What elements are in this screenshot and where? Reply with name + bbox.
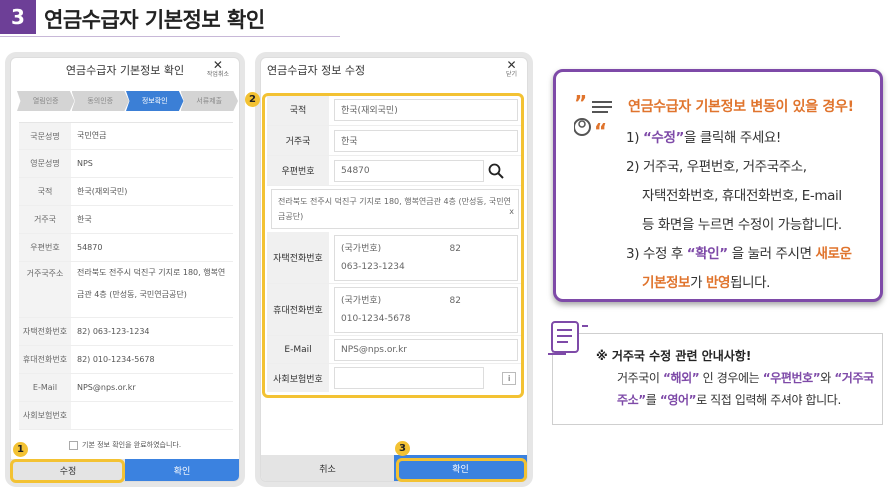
highlight-ok-button — [396, 458, 527, 482]
marker-1: 1 — [13, 442, 28, 457]
step-badge: 3 — [0, 0, 36, 34]
info-row: 영문성명 NPS — [19, 150, 233, 178]
info-text: 1) “수정”을 클릭해 주세요! 2) 거주국, 우편번호, 거주국주소, 자… — [626, 130, 852, 291]
info-row: E-Mail NPS@nps.or.kr — [19, 374, 233, 402]
info-list: 국문성명 국민연금 영문성명 NPS 국적 한국(재외국민) 거주국 한국 우편번호 54… — [19, 122, 233, 430]
info-panel: ” “ 연금수급자 기본정보 변동이 있을 경우! 1) “수정”을 클릭해 주… — [553, 69, 883, 302]
note-heading: ※ 거주국 수정 관련 안내사항! — [596, 349, 752, 363]
document-icon — [548, 321, 588, 355]
step-1: 열림인증 — [17, 91, 75, 111]
progress-steps: 열림인증 동의인증 정보확인 서류제출 — [17, 91, 238, 111]
info-row: 거주국 한국 — [19, 206, 233, 234]
info-row: 사회보험번호 — [19, 402, 233, 430]
screen1-title: 연금수급자 기본정보 확인 — [65, 64, 185, 77]
note-text: 거주국이 “해외” 인 경우에는 “우편번호”와 “거주국 주소”를 “영어”로… — [617, 371, 874, 407]
highlight-edit-button — [10, 459, 125, 483]
title-divider — [0, 36, 340, 37]
info-row: 우편번호 54870 — [19, 234, 233, 262]
screen-basic-info: 연금수급자 기본정보 확인 ✕ 작업취소 열림인증 동의인증 정보확인 서류제출… — [10, 57, 240, 482]
info-row: 자택전화번호 82) 063-123-1234 — [19, 318, 233, 346]
checkbox-box[interactable] — [69, 440, 78, 450]
svg-text:”: ” — [574, 94, 587, 115]
svg-text:“: “ — [594, 119, 607, 138]
cancel-button[interactable]: 취소 — [261, 455, 394, 481]
marker-2: 2 — [245, 92, 260, 107]
step-4: 서류제출 — [180, 91, 238, 111]
info-row: 휴대전화번호 82) 010-1234-5678 — [19, 346, 233, 374]
step-3: 정보확인 — [126, 91, 184, 111]
close-button[interactable]: ✕ 작업취소 — [206, 59, 229, 80]
info-row: 거주국주소 전라북도 전주시 덕진구 기지로 180, 행복연금관 4층 (만성동… — [19, 262, 233, 318]
page-title: 연금수급자 기본정보 확인 — [44, 8, 265, 32]
highlight-edit-form — [262, 93, 524, 398]
quote-person-icon: ” “ — [574, 94, 612, 138]
info-row: 국문성명 국민연금 — [19, 123, 233, 150]
info-row: 국적 한국(재외국민) — [19, 178, 233, 206]
close-label: 닫기 — [505, 71, 517, 78]
marker-3: 3 — [395, 441, 410, 456]
confirm-label: 기본 정보 확인을 완료하였습니다. — [82, 441, 182, 449]
ok-button[interactable]: 확인 — [125, 459, 239, 481]
screen2-title: 연금수급자 정보 수정 — [267, 64, 366, 77]
close-button[interactable]: ✕ 닫기 — [505, 59, 517, 80]
step-2: 동의인증 — [71, 91, 129, 111]
info-heading: 연금수급자 기본정보 변동이 있을 경우! — [628, 99, 854, 115]
confirm-checkbox[interactable]: 기본 정보 확인을 완료하였습니다. — [69, 440, 181, 450]
close-label: 작업취소 — [206, 71, 229, 78]
